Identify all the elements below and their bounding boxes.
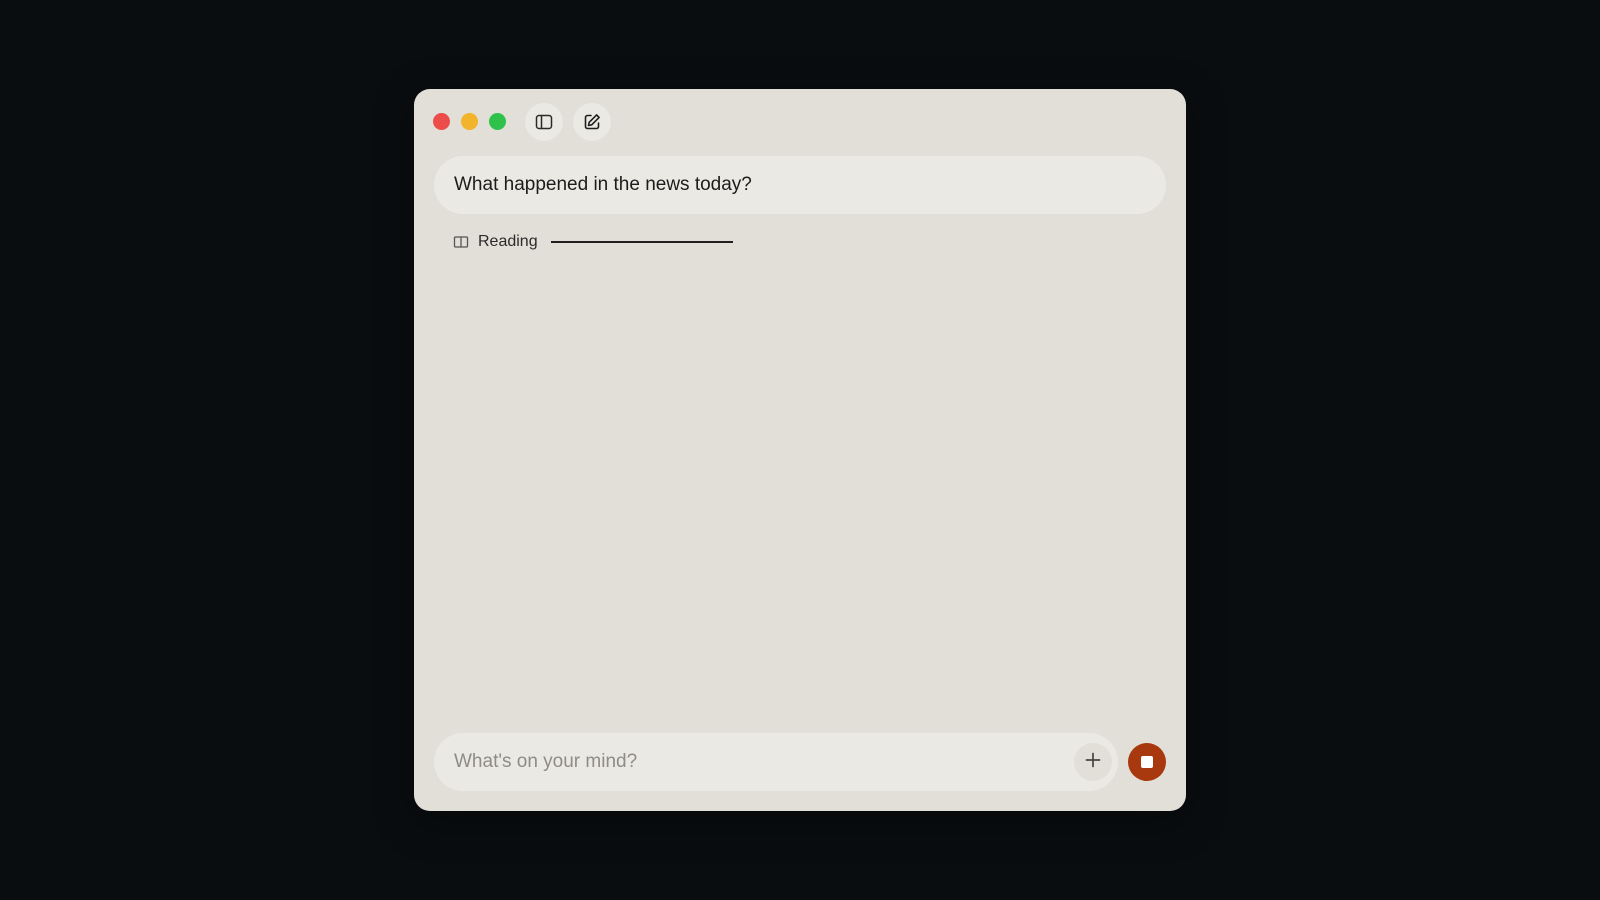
plus-icon xyxy=(1084,751,1102,774)
reading-progress-bar xyxy=(550,241,733,243)
title-bar xyxy=(414,89,1186,153)
book-icon xyxy=(453,234,469,250)
reading-progress-fill xyxy=(550,241,733,243)
maximize-window-button[interactable] xyxy=(489,113,506,130)
attach-button[interactable] xyxy=(1074,743,1112,781)
desktop-background: What happened in the news today? Reading xyxy=(0,0,1600,900)
sidebar-toggle-icon xyxy=(534,112,554,132)
new-chat-button[interactable] xyxy=(573,103,611,141)
compose-icon xyxy=(582,112,602,132)
assistant-status: Reading xyxy=(453,231,733,253)
message-composer xyxy=(434,733,1118,791)
message-input[interactable] xyxy=(454,733,1034,791)
user-message-bubble: What happened in the news today? xyxy=(434,156,1166,214)
user-message-text: What happened in the news today? xyxy=(454,174,752,195)
minimize-window-button[interactable] xyxy=(461,113,478,130)
status-label: Reading xyxy=(478,233,538,250)
stop-icon xyxy=(1141,756,1153,768)
close-window-button[interactable] xyxy=(433,113,450,130)
toggle-sidebar-button[interactable] xyxy=(525,103,563,141)
stop-generation-button[interactable] xyxy=(1128,743,1166,781)
chat-window: What happened in the news today? Reading xyxy=(414,89,1186,811)
